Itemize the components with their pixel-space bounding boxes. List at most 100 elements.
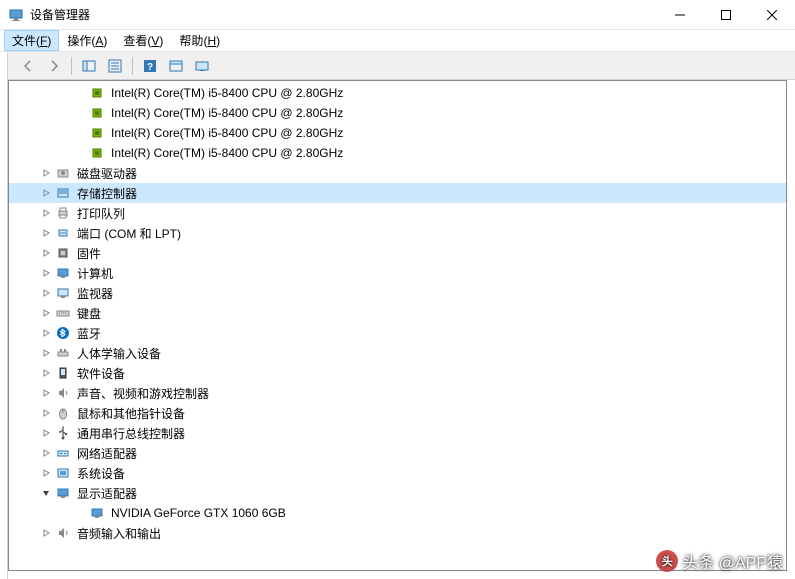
category-keyboards[interactable]: 键盘 bbox=[9, 303, 786, 323]
expander-icon[interactable] bbox=[39, 426, 53, 440]
network-icon bbox=[55, 445, 71, 461]
category-disk-drives[interactable]: 磁盘驱动器 bbox=[9, 163, 786, 183]
tree-item-label: Intel(R) Core(TM) i5-8400 CPU @ 2.80GHz bbox=[109, 145, 345, 161]
cpu-core-item[interactable]: Intel(R) Core(TM) i5-8400 CPU @ 2.80GHz bbox=[9, 143, 786, 163]
printer-icon bbox=[55, 205, 71, 221]
storage-icon bbox=[55, 185, 71, 201]
expander-icon[interactable] bbox=[39, 266, 53, 280]
cpu-icon bbox=[89, 105, 105, 121]
tree-item-label: 显示适配器 bbox=[75, 484, 139, 503]
properties-button[interactable] bbox=[103, 55, 127, 77]
tree-item-label: 鼠标和其他指针设备 bbox=[75, 404, 187, 423]
category-monitors[interactable]: 监视器 bbox=[9, 283, 786, 303]
maximize-button[interactable] bbox=[703, 0, 749, 30]
device-tree-panel[interactable]: Intel(R) Core(TM) i5-8400 CPU @ 2.80GHz I… bbox=[8, 80, 787, 571]
close-button[interactable] bbox=[749, 0, 795, 30]
show-hide-tree-button[interactable] bbox=[77, 55, 101, 77]
category-storage-controllers[interactable]: 存储控制器 bbox=[9, 183, 786, 203]
help-button[interactable]: ? bbox=[138, 55, 162, 77]
category-ports[interactable]: 端口 (COM 和 LPT) bbox=[9, 223, 786, 243]
menu-view[interactable]: 查看(V) bbox=[115, 30, 171, 51]
forward-button[interactable] bbox=[42, 55, 66, 77]
category-bluetooth[interactable]: 蓝牙 bbox=[9, 323, 786, 343]
cpu-icon bbox=[89, 145, 105, 161]
view-button[interactable] bbox=[190, 55, 214, 77]
bluetooth-icon bbox=[55, 325, 71, 341]
category-network[interactable]: 网络适配器 bbox=[9, 443, 786, 463]
category-software-devices[interactable]: 软件设备 bbox=[9, 363, 786, 383]
menu-file[interactable]: 文件(F) bbox=[4, 30, 59, 51]
expander-icon[interactable] bbox=[39, 526, 53, 540]
expander-icon[interactable] bbox=[39, 326, 53, 340]
expander-icon[interactable] bbox=[39, 406, 53, 420]
app-icon bbox=[8, 7, 24, 23]
tree-item-label: 软件设备 bbox=[75, 364, 127, 383]
category-sound[interactable]: 声音、视频和游戏控制器 bbox=[9, 383, 786, 403]
expander-icon[interactable] bbox=[39, 466, 53, 480]
tree-item-label: 通用串行总线控制器 bbox=[75, 424, 187, 443]
category-hid[interactable]: 人体学输入设备 bbox=[9, 343, 786, 363]
expander-icon[interactable] bbox=[39, 226, 53, 240]
expander-icon[interactable] bbox=[39, 386, 53, 400]
expander-icon[interactable] bbox=[39, 486, 53, 500]
cpu-core-item[interactable]: Intel(R) Core(TM) i5-8400 CPU @ 2.80GHz bbox=[9, 123, 786, 143]
expander-icon[interactable] bbox=[39, 186, 53, 200]
expander-icon[interactable] bbox=[39, 346, 53, 360]
hid-icon bbox=[55, 345, 71, 361]
left-edge bbox=[0, 52, 8, 579]
tree-item-label: NVIDIA GeForce GTX 1060 6GB bbox=[109, 505, 288, 521]
cpu-core-item[interactable]: Intel(R) Core(TM) i5-8400 CPU @ 2.80GHz bbox=[9, 83, 786, 103]
scan-button[interactable] bbox=[164, 55, 188, 77]
sound-icon bbox=[55, 525, 71, 541]
menu-bar: 文件(F) 操作(A) 查看(V) 帮助(H) bbox=[0, 30, 795, 52]
port-icon bbox=[55, 225, 71, 241]
category-audio-io[interactable]: 音频输入和输出 bbox=[9, 523, 786, 543]
keyboard-icon bbox=[55, 305, 71, 321]
tree-item-label: 监视器 bbox=[75, 284, 115, 303]
back-button[interactable] bbox=[16, 55, 40, 77]
display-icon bbox=[89, 505, 105, 521]
tree-item-label: 系统设备 bbox=[75, 464, 127, 483]
category-mice[interactable]: 鼠标和其他指针设备 bbox=[9, 403, 786, 423]
menu-help[interactable]: 帮助(H) bbox=[171, 30, 228, 51]
tree-item-label: 端口 (COM 和 LPT) bbox=[75, 224, 183, 243]
expander-icon[interactable] bbox=[39, 366, 53, 380]
window-controls bbox=[657, 0, 795, 29]
category-usb[interactable]: 通用串行总线控制器 bbox=[9, 423, 786, 443]
expander-icon[interactable] bbox=[39, 206, 53, 220]
tree-item-label: Intel(R) Core(TM) i5-8400 CPU @ 2.80GHz bbox=[109, 85, 345, 101]
tree-item-label: 声音、视频和游戏控制器 bbox=[75, 384, 211, 403]
tree-item-label: 键盘 bbox=[75, 304, 103, 323]
window-title: 设备管理器 bbox=[30, 6, 657, 23]
category-print-queues[interactable]: 打印队列 bbox=[9, 203, 786, 223]
tree-item-label: 人体学输入设备 bbox=[75, 344, 163, 363]
device-gpu-nvidia[interactable]: NVIDIA GeForce GTX 1060 6GB bbox=[9, 503, 786, 523]
software-icon bbox=[55, 365, 71, 381]
category-system[interactable]: 系统设备 bbox=[9, 463, 786, 483]
display-icon bbox=[55, 485, 71, 501]
tree-item-label: 磁盘驱动器 bbox=[75, 164, 139, 183]
toolbar: ? bbox=[8, 52, 795, 80]
expander-icon[interactable] bbox=[39, 246, 53, 260]
expander-icon[interactable] bbox=[39, 446, 53, 460]
tree-item-label: Intel(R) Core(TM) i5-8400 CPU @ 2.80GHz bbox=[109, 105, 345, 121]
category-computer[interactable]: 计算机 bbox=[9, 263, 786, 283]
monitor-icon bbox=[55, 285, 71, 301]
minimize-button[interactable] bbox=[657, 0, 703, 30]
expander-icon[interactable] bbox=[39, 166, 53, 180]
tree-item-label: 固件 bbox=[75, 244, 103, 263]
category-display[interactable]: 显示适配器 bbox=[9, 483, 786, 503]
expander-icon[interactable] bbox=[39, 286, 53, 300]
tree-item-label: 存储控制器 bbox=[75, 184, 139, 203]
category-firmware[interactable]: 固件 bbox=[9, 243, 786, 263]
cpu-core-item[interactable]: Intel(R) Core(TM) i5-8400 CPU @ 2.80GHz bbox=[9, 103, 786, 123]
svg-text:?: ? bbox=[147, 62, 153, 73]
usb-icon bbox=[55, 425, 71, 441]
title-bar: 设备管理器 bbox=[0, 0, 795, 30]
disk-icon bbox=[55, 165, 71, 181]
menu-action[interactable]: 操作(A) bbox=[59, 30, 115, 51]
tree-item-label: 计算机 bbox=[75, 264, 115, 283]
mouse-icon bbox=[55, 405, 71, 421]
expander-icon[interactable] bbox=[39, 306, 53, 320]
tree-item-label: 网络适配器 bbox=[75, 444, 139, 463]
